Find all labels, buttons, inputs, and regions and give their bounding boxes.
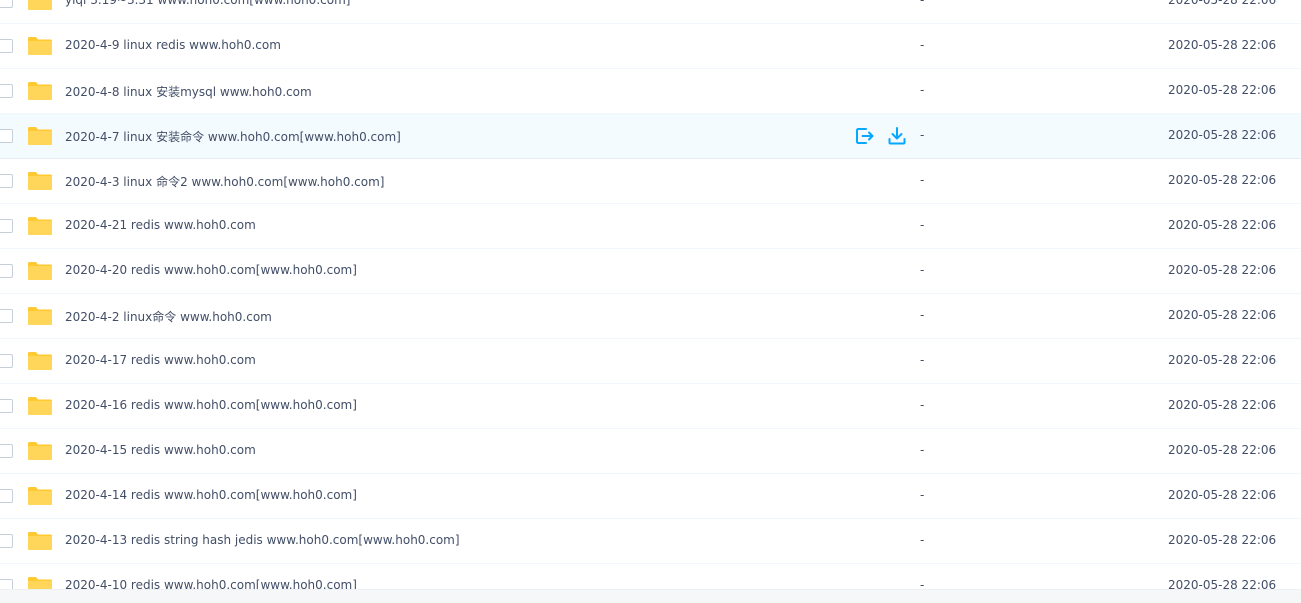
- modified-date: 2020-05-28 22:06: [1168, 398, 1277, 412]
- folder-icon: [28, 82, 52, 100]
- list-item[interactable]: 2020-4-8 linux 安装mysql www.hoh0.com - 20…: [0, 69, 1301, 114]
- folder-icon: [28, 487, 52, 505]
- row-checkbox[interactable]: [0, 444, 13, 458]
- modified-date: 2020-05-28 22:06: [1168, 533, 1277, 547]
- folder-icon: [28, 172, 52, 190]
- file-size: -: [920, 578, 925, 589]
- file-size: -: [920, 353, 925, 367]
- file-name[interactable]: 2020-4-17 redis www.hoh0.com: [65, 353, 256, 367]
- modified-date: 2020-05-28 22:06: [1168, 488, 1277, 502]
- modified-date: 2020-05-28 22:06: [1168, 353, 1277, 367]
- folder-icon: [28, 577, 52, 589]
- download-icon[interactable]: [887, 126, 907, 146]
- file-name[interactable]: 2020-4-7 linux 安装命令 www.hoh0.com[www.hoh…: [65, 128, 401, 145]
- horizontal-scrollbar[interactable]: [0, 589, 1301, 603]
- share-icon[interactable]: [855, 126, 875, 146]
- modified-date: 2020-05-28 22:06: [1168, 263, 1277, 277]
- file-size: -: [920, 218, 925, 232]
- row-checkbox[interactable]: [0, 309, 13, 323]
- list-item[interactable]: 2020-4-15 redis www.hoh0.com - 2020-05-2…: [0, 429, 1301, 474]
- modified-date: 2020-05-28 22:06: [1168, 83, 1277, 97]
- modified-date: 2020-05-28 22:06: [1168, 578, 1277, 589]
- file-size: -: [920, 38, 925, 52]
- file-name[interactable]: 2020-4-2 linux命令 www.hoh0.com: [65, 308, 272, 325]
- folder-icon: [28, 262, 52, 280]
- row-checkbox[interactable]: [0, 489, 13, 503]
- file-size: -: [920, 308, 925, 322]
- file-size: -: [920, 488, 925, 502]
- row-checkbox[interactable]: [0, 534, 13, 548]
- list-item[interactable]: 2020-4-9 linux redis www.hoh0.com - 2020…: [0, 24, 1301, 69]
- list-item[interactable]: 2020-4-20 redis www.hoh0.com[www.hoh0.co…: [0, 249, 1301, 294]
- row-checkbox[interactable]: [0, 129, 13, 143]
- file-list: yiqi 3.19~3.31 www.hoh0.com[www.hoh0.com…: [0, 0, 1301, 589]
- row-checkbox[interactable]: [0, 354, 13, 368]
- folder-icon: [28, 127, 52, 145]
- folder-icon: [28, 307, 52, 325]
- file-size: -: [920, 263, 925, 277]
- folder-icon: [28, 532, 52, 550]
- file-size: -: [920, 533, 925, 547]
- list-item[interactable]: 2020-4-21 redis www.hoh0.com - 2020-05-2…: [0, 204, 1301, 249]
- list-item[interactable]: 2020-4-13 redis string hash jedis www.ho…: [0, 519, 1301, 564]
- folder-icon: [28, 442, 52, 460]
- list-item[interactable]: 2020-4-17 redis www.hoh0.com - 2020-05-2…: [0, 339, 1301, 384]
- list-item[interactable]: 2020-4-10 redis www.hoh0.com[www.hoh0.co…: [0, 564, 1301, 589]
- modified-date: 2020-05-28 22:06: [1168, 173, 1277, 187]
- file-name[interactable]: 2020-4-13 redis string hash jedis www.ho…: [65, 533, 460, 547]
- file-name[interactable]: 2020-4-9 linux redis www.hoh0.com: [65, 38, 281, 52]
- modified-date: 2020-05-28 22:06: [1168, 308, 1277, 322]
- row-checkbox[interactable]: [0, 264, 13, 278]
- modified-date: 2020-05-28 22:06: [1168, 38, 1277, 52]
- row-checkbox[interactable]: [0, 579, 13, 589]
- modified-date: 2020-05-28 22:06: [1168, 218, 1277, 232]
- folder-icon: [28, 352, 52, 370]
- file-size: -: [920, 173, 925, 187]
- file-name[interactable]: 2020-4-10 redis www.hoh0.com[www.hoh0.co…: [65, 578, 357, 589]
- row-checkbox[interactable]: [0, 84, 13, 98]
- file-name[interactable]: 2020-4-3 linux 命令2 www.hoh0.com[www.hoh0…: [65, 173, 384, 190]
- file-size: -: [920, 128, 925, 142]
- list-item[interactable]: 2020-4-3 linux 命令2 www.hoh0.com[www.hoh0…: [0, 159, 1301, 204]
- file-name[interactable]: yiqi 3.19~3.31 www.hoh0.com[www.hoh0.com…: [65, 0, 350, 7]
- file-size: -: [920, 398, 925, 412]
- file-list-viewport[interactable]: yiqi 3.19~3.31 www.hoh0.com[www.hoh0.com…: [0, 0, 1301, 589]
- file-name[interactable]: 2020-4-8 linux 安装mysql www.hoh0.com: [65, 83, 312, 100]
- folder-icon: [28, 217, 52, 235]
- row-checkbox[interactable]: [0, 0, 13, 8]
- folder-icon: [28, 397, 52, 415]
- list-item[interactable]: 2020-4-7 linux 安装命令 www.hoh0.com[www.hoh…: [0, 114, 1301, 159]
- file-size: -: [920, 0, 925, 7]
- folder-icon: [28, 37, 52, 55]
- file-name[interactable]: 2020-4-16 redis www.hoh0.com[www.hoh0.co…: [65, 398, 357, 412]
- modified-date: 2020-05-28 22:06: [1168, 0, 1277, 7]
- row-checkbox[interactable]: [0, 39, 13, 53]
- file-name[interactable]: 2020-4-20 redis www.hoh0.com[www.hoh0.co…: [65, 263, 357, 277]
- file-name[interactable]: 2020-4-15 redis www.hoh0.com: [65, 443, 256, 457]
- row-checkbox[interactable]: [0, 399, 13, 413]
- file-size: -: [920, 83, 925, 97]
- file-size: -: [920, 443, 925, 457]
- modified-date: 2020-05-28 22:06: [1168, 128, 1277, 142]
- list-item[interactable]: yiqi 3.19~3.31 www.hoh0.com[www.hoh0.com…: [0, 0, 1301, 24]
- folder-icon: [28, 0, 52, 10]
- list-item[interactable]: 2020-4-2 linux命令 www.hoh0.com - 2020-05-…: [0, 294, 1301, 339]
- list-item[interactable]: 2020-4-14 redis www.hoh0.com[www.hoh0.co…: [0, 474, 1301, 519]
- file-name[interactable]: 2020-4-14 redis www.hoh0.com[www.hoh0.co…: [65, 488, 357, 502]
- row-checkbox[interactable]: [0, 219, 13, 233]
- list-item[interactable]: 2020-4-16 redis www.hoh0.com[www.hoh0.co…: [0, 384, 1301, 429]
- row-actions: [855, 126, 907, 146]
- file-name[interactable]: 2020-4-21 redis www.hoh0.com: [65, 218, 256, 232]
- row-checkbox[interactable]: [0, 174, 13, 188]
- modified-date: 2020-05-28 22:06: [1168, 443, 1277, 457]
